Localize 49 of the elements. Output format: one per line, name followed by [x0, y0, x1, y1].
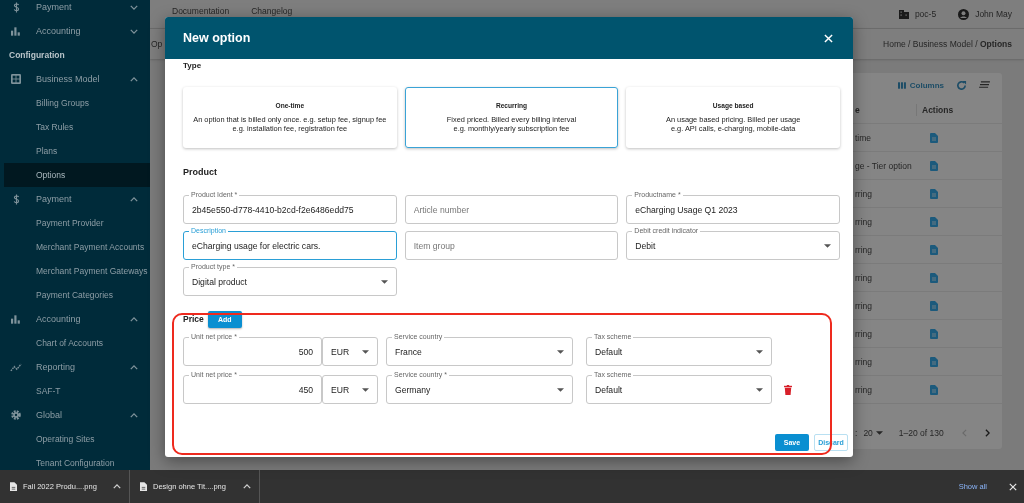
input-field[interactable]: Item group [404, 231, 619, 260]
table-cell: rring [855, 384, 872, 395]
table-cell: rring [855, 244, 872, 255]
currency-select[interactable]: EUR [322, 337, 378, 366]
sidebar-item[interactable]: Options [4, 163, 150, 187]
sidebar-item[interactable]: Merchant Payment Gateways [4, 259, 150, 283]
table-cell: rring [855, 300, 872, 311]
sidebar-item[interactable]: Billing Groups [4, 91, 150, 115]
sidebar-item[interactable]: Tax Rules [4, 115, 150, 139]
sidebar-group[interactable]: Accounting [0, 19, 150, 43]
section-heading: Price [183, 314, 204, 324]
page-range: 1–20 of 130 [898, 427, 944, 438]
table-cell: rring [855, 216, 872, 227]
section-heading: Configuration [8, 49, 66, 62]
table-cell: ge - Tier option [855, 160, 912, 171]
rows-per-page-select[interactable]: 20 [863, 427, 883, 438]
dialog-title: New option [183, 31, 251, 45]
table-cell: time [855, 132, 872, 143]
sidebar-item[interactable]: Operating Sites [4, 427, 150, 451]
column-header[interactable]: e [855, 105, 860, 115]
section-label: Type [183, 61, 203, 71]
sidebar-item[interactable]: Chart of Accounts [4, 331, 150, 355]
sidebar-item[interactable]: Tenant Configuration [4, 451, 150, 470]
user-name[interactable]: John May [975, 9, 1012, 19]
input-field[interactable]: Article number [404, 195, 619, 224]
breadcrumb: Home / Business Model / Options [883, 39, 1012, 49]
sidebar-group[interactable]: Reporting [0, 355, 150, 379]
sidebar-item[interactable]: Payment Provider [4, 211, 150, 235]
sidebar-item[interactable]: Payment Categories [4, 283, 150, 307]
table-cell: rring [855, 328, 872, 339]
column-header[interactable]: Actions [922, 105, 954, 115]
sidebar-group[interactable]: Business Model [0, 67, 150, 91]
nav-link[interactable]: Documentation [172, 6, 230, 16]
sidebar-group[interactable]: Payment [0, 0, 150, 19]
section-heading: Product [183, 166, 218, 179]
table-cell: rring [855, 272, 872, 283]
nav-link[interactable]: Changelog [251, 6, 293, 16]
table-cell: rring [855, 188, 872, 199]
rows-per-page-label: : [855, 427, 858, 438]
sidebar-group[interactable]: Payment [0, 187, 150, 211]
sidebar-group[interactable]: Accounting [0, 307, 150, 331]
currency-select[interactable]: EUR [322, 375, 378, 404]
sidebar-item[interactable]: Plans [4, 139, 150, 163]
sidebar-item[interactable]: Merchant Payment Accounts [4, 235, 150, 259]
workspace-name[interactable]: poc-5 [914, 9, 937, 19]
sidebar-item[interactable]: SAF-T [4, 379, 150, 403]
sidebar-group[interactable]: Global [0, 403, 150, 427]
table-cell: rring [855, 356, 872, 367]
page-tab[interactable]: Op [151, 39, 163, 49]
